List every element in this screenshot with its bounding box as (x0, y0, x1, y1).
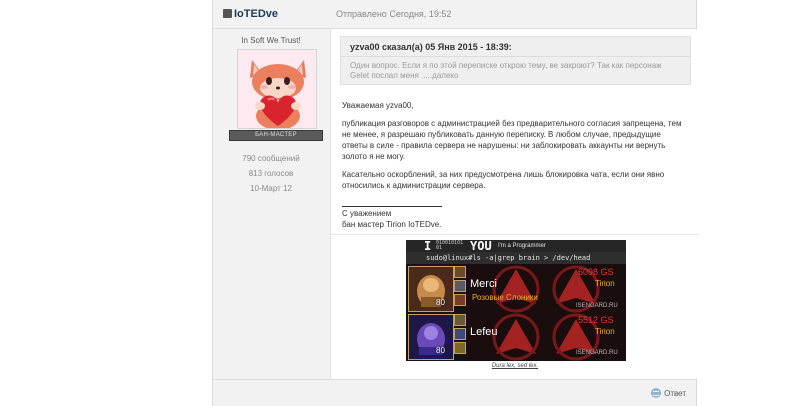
spec-icon-1b (454, 280, 466, 292)
spec-icon-1a (454, 266, 466, 278)
banner-command: sudo@linux#ls -a|grep brain > /dev/head (426, 254, 591, 262)
banner-heading-tag: I'm a Programmer (498, 243, 546, 249)
spec-icon-2c (454, 342, 466, 354)
fox-heart-avatar-image (238, 50, 316, 128)
character-2-site: ISENGARD.RU (576, 350, 618, 356)
signature-name: бан мастер Tirion IoTEDve. (342, 220, 442, 229)
signature-divider (331, 234, 698, 235)
reply-button[interactable]: Ответ (651, 386, 686, 400)
author-name-link[interactable]: IoTEDve (234, 8, 278, 20)
quote-divider (341, 56, 690, 57)
body-paragraph-2: Касательно оскорблений, за них предусмот… (342, 170, 665, 190)
body-paragraph-1: публикация разговоров с администрацией б… (342, 119, 682, 161)
signature-line (342, 206, 442, 207)
reply-label: Ответ (664, 388, 686, 398)
quote-header: yzva00 сказал(а) 05 Янв 2015 - 18:39: (350, 42, 512, 52)
warrior-portrait-icon (409, 267, 453, 311)
character-1-realm: Tirion (595, 279, 615, 288)
character-2-level: 80 (436, 346, 445, 355)
user-title: In Soft We Trust! (241, 36, 301, 45)
author-sidebar: In Soft We Trust! ↑ (213, 29, 329, 379)
forum-post: IoTEDve Отправлено Сегодня, 19:52 In Sof… (212, 0, 698, 406)
post-footer: Ответ (213, 379, 696, 406)
character-2-name: Lefeu (470, 326, 498, 338)
user-icon (223, 9, 232, 18)
spec-icon-2a (454, 314, 466, 326)
banner-binary: 01001010101 (436, 240, 464, 251)
character-portrait-2 (408, 314, 454, 360)
mage-portrait-icon (409, 315, 453, 359)
greeting-text: Уважаемая yzva00, (342, 101, 414, 110)
banner-caption-link[interactable]: Dura lex, sed lex. (331, 363, 699, 369)
post-count: 790 сообщений (242, 154, 300, 163)
quote-text: Один вопрос. Если я по этой переписке от… (350, 61, 662, 80)
avatar[interactable]: ↑ (237, 49, 317, 129)
character-1-site: ISENGARD.RU (576, 303, 618, 309)
signature-banner: I 01001010101 YOU I'm a Programmer sudo@… (406, 240, 626, 361)
post-date: Отправлено Сегодня, 19:52 (336, 9, 452, 19)
character-1-guild: Розовые Слоники (472, 293, 538, 302)
character-portrait-1 (408, 266, 454, 312)
join-date: 10-Март 12 (250, 184, 292, 193)
signature-regards: С уважением (342, 209, 392, 218)
quote-block: yzva00 сказал(а) 05 Янв 2015 - 18:39: Од… (340, 36, 691, 85)
character-2-realm: Tirion (595, 327, 615, 336)
user-group-bar: БАН-МАСТЕР (229, 130, 323, 141)
character-1-level: 80 (436, 298, 445, 307)
spec-icon-2b (454, 328, 466, 340)
post-content: yzva00 сказал(а) 05 Янв 2015 - 18:39: Од… (330, 29, 698, 379)
character-1-name: Merci (470, 278, 497, 290)
character-1-gearscore: 6098 GS (578, 267, 614, 277)
speech-bubble-icon (651, 388, 662, 398)
vote-count: 813 голосов (248, 169, 294, 178)
post-header: IoTEDve Отправлено Сегодня, 19:52 (213, 0, 696, 29)
character-2-gearscore: 5512 GS (578, 315, 614, 325)
spec-icon-1c (454, 294, 466, 306)
